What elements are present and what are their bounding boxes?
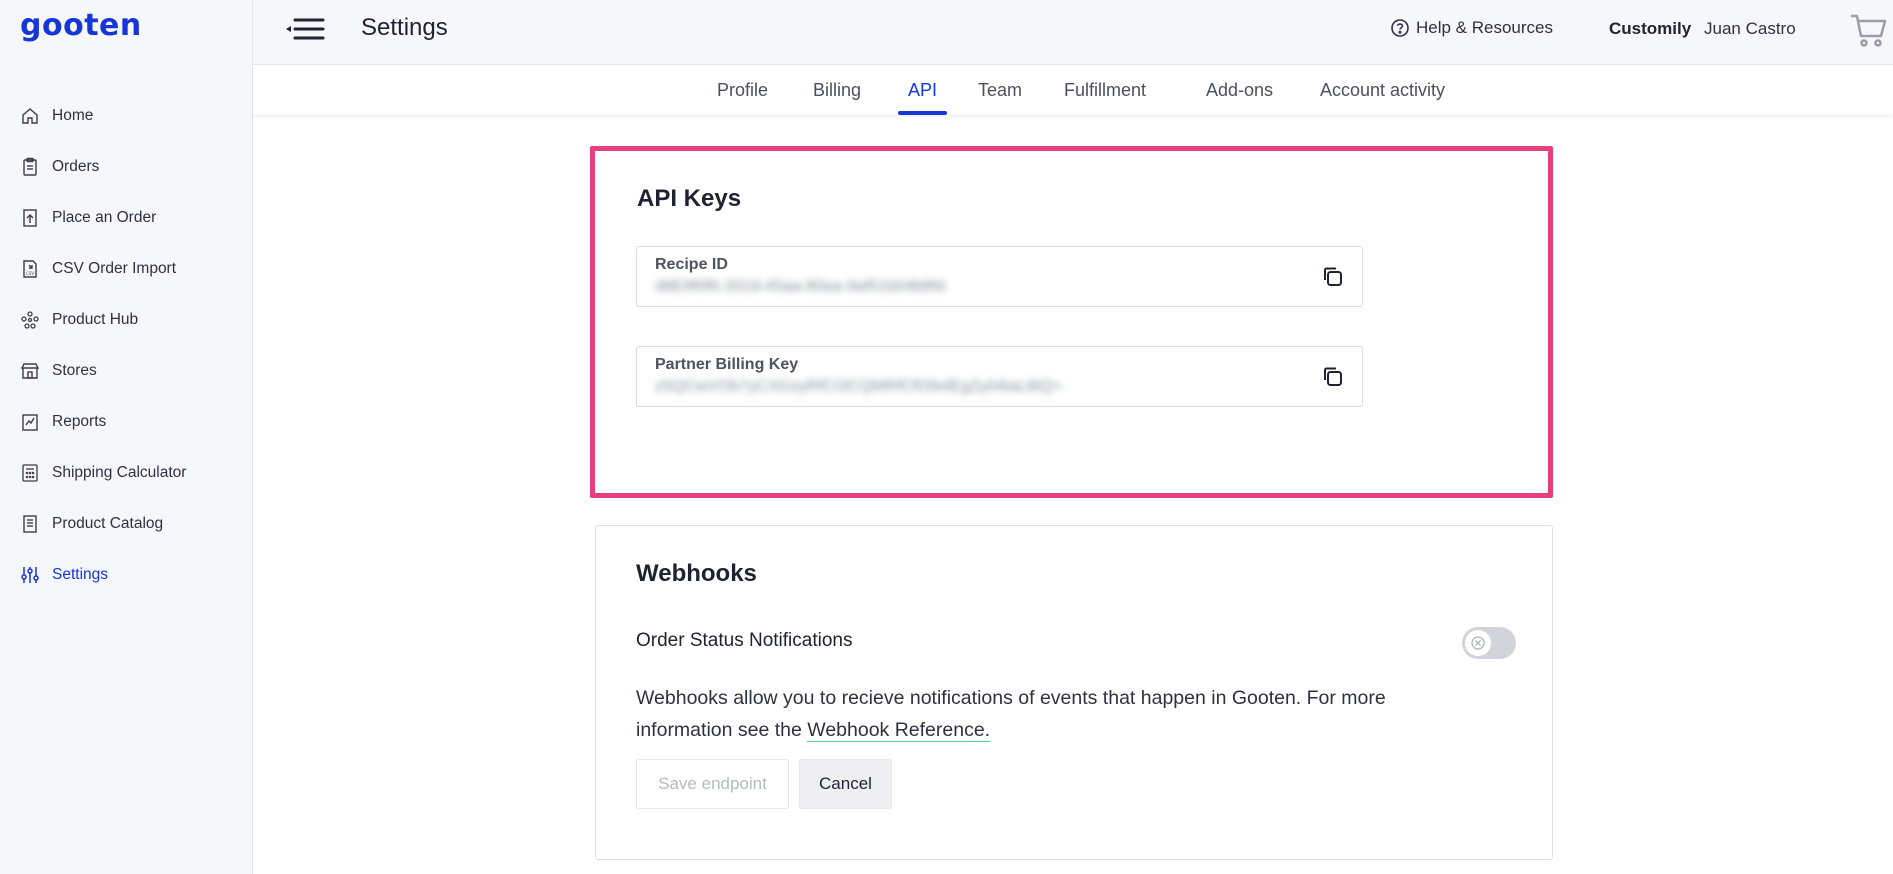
help-icon xyxy=(1390,18,1410,38)
partner-billing-key-value: z5QCwVOb7yCXGzyRfCI3CQMRfCfO9vlEgZy04iaL… xyxy=(655,378,1062,395)
sidebar: gooten Home Orders Place an Order CSV CS… xyxy=(0,0,253,874)
order-status-notifications-toggle[interactable] xyxy=(1462,627,1516,659)
api-keys-card: API Keys Recipe ID d8E9f0f6-352d-45aa-80… xyxy=(590,146,1553,498)
top-header: Settings Help & Resources Customily Juan… xyxy=(253,0,1893,65)
sidebar-item-orders[interactable]: Orders xyxy=(0,141,252,192)
tab-profile[interactable]: Profile xyxy=(707,65,778,115)
tab-add-ons[interactable]: Add-ons xyxy=(1196,65,1283,115)
help-resources-link[interactable]: Help & Resources xyxy=(1390,18,1553,38)
partner-billing-key-label: Partner Billing Key xyxy=(655,356,799,373)
copy-icon[interactable] xyxy=(1320,264,1346,290)
catalog-icon xyxy=(20,514,40,534)
tab-api[interactable]: API xyxy=(898,65,948,115)
sidebar-nav: Home Orders Place an Order CSV CSV Order… xyxy=(0,90,252,600)
calculator-icon xyxy=(20,463,40,483)
reports-icon xyxy=(20,412,40,432)
user-menu[interactable]: Juan Castro xyxy=(1704,19,1796,39)
sidebar-item-stores[interactable]: Stores xyxy=(0,345,252,396)
tab-team[interactable]: Team xyxy=(968,65,1032,115)
sidebar-item-label: Reports xyxy=(52,412,107,430)
product-hub-icon xyxy=(20,310,40,330)
sidebar-item-label: CSV Order Import xyxy=(52,259,177,277)
order-status-notifications-label: Order Status Notifications xyxy=(636,630,853,651)
sidebar-item-reports[interactable]: Reports xyxy=(0,396,252,447)
sidebar-item-label: Product Catalog xyxy=(52,514,164,532)
partner-billing-key-field: Partner Billing Key z5QCwVOb7yCXGzyRfCI3… xyxy=(636,346,1363,407)
save-endpoint-button[interactable]: Save endpoint xyxy=(636,759,789,809)
webhooks-description-text: Webhooks allow you to recieve notificati… xyxy=(636,687,1386,741)
sidebar-item-csv-order-import[interactable]: CSV CSV Order Import xyxy=(0,243,252,294)
store-icon xyxy=(20,361,40,381)
sidebar-item-settings[interactable]: Settings xyxy=(0,549,252,600)
recipe-id-field: Recipe ID d8E9f0f6-352d-45aa-80ea-9af51b… xyxy=(636,246,1363,307)
recipe-id-value: d8E9f0f6-352d-45aa-80ea-9af51b04b8fd xyxy=(655,278,946,295)
collapse-menu-button[interactable] xyxy=(283,15,327,43)
api-keys-title: API Keys xyxy=(637,185,742,212)
cancel-button[interactable]: Cancel xyxy=(799,759,892,809)
sidebar-item-label: Settings xyxy=(52,565,109,583)
sidebar-item-product-catalog[interactable]: Product Catalog xyxy=(0,498,252,549)
webhooks-description: Webhooks allow you to recieve notificati… xyxy=(636,682,1396,746)
cart-icon[interactable] xyxy=(1849,12,1889,48)
svg-text:CSV: CSV xyxy=(26,271,34,276)
copy-icon[interactable] xyxy=(1320,364,1346,390)
webhooks-title: Webhooks xyxy=(636,560,757,587)
orders-icon xyxy=(20,157,40,177)
settings-icon xyxy=(20,565,40,585)
sidebar-item-product-hub[interactable]: Product Hub xyxy=(0,294,252,345)
tab-account-activity[interactable]: Account activity xyxy=(1310,65,1455,115)
home-icon xyxy=(20,106,40,126)
sidebar-item-shipping-calculator[interactable]: Shipping Calculator xyxy=(0,447,252,498)
store-brand-name: Customily xyxy=(1609,19,1692,38)
gooten-logo[interactable]: gooten xyxy=(20,8,142,43)
tab-billing[interactable]: Billing xyxy=(803,65,871,115)
sidebar-item-label: Orders xyxy=(52,157,100,175)
sidebar-item-label: Home xyxy=(52,106,94,124)
sidebar-item-home[interactable]: Home xyxy=(0,90,252,141)
toggle-off-icon xyxy=(1465,630,1491,656)
page-title: Settings xyxy=(361,14,448,41)
place-order-icon xyxy=(20,208,40,228)
sidebar-item-label: Shipping Calculator xyxy=(52,463,187,481)
sidebar-item-label: Product Hub xyxy=(52,310,139,328)
sidebar-item-place-an-order[interactable]: Place an Order xyxy=(0,192,252,243)
csv-icon: CSV xyxy=(20,259,40,279)
webhook-reference-link[interactable]: Webhook Reference. xyxy=(807,719,991,742)
help-label: Help & Resources xyxy=(1416,18,1554,37)
settings-tabs: Profile Billing API Team Fulfillment Add… xyxy=(253,65,1893,115)
tab-fulfillment[interactable]: Fulfillment xyxy=(1054,65,1156,115)
webhooks-card: Webhooks Order Status Notifications Webh… xyxy=(595,525,1553,860)
sidebar-item-label: Stores xyxy=(52,361,97,379)
sidebar-item-label: Place an Order xyxy=(52,208,157,226)
recipe-id-label: Recipe ID xyxy=(655,256,728,273)
